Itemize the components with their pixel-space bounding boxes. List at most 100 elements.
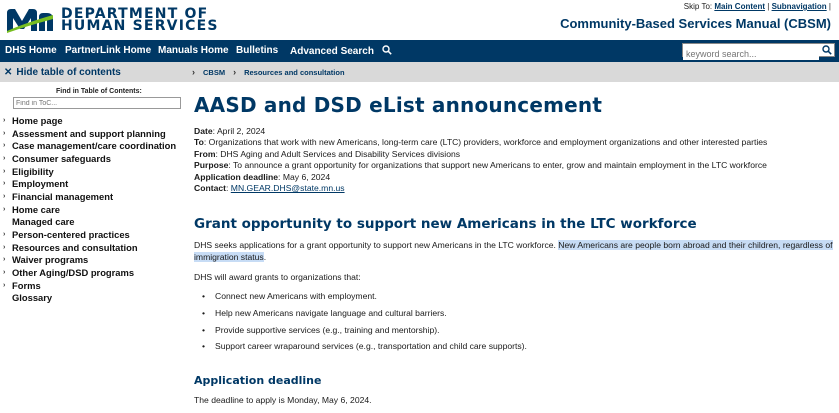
toc-item-label: Forms [12,279,41,291]
toc-item-resources[interactable]: › Resources and consultation [3,241,176,254]
page-title: AASD and DSD eList announcement [194,93,603,117]
meta-purpose: Purpose: To announce a grant opportunity… [194,160,767,171]
intro-paragraph: DHS seeks applications for a grant oppor… [194,240,834,264]
meta-from: From: DHS Aging and Adult Services and D… [194,149,767,160]
caret-right-icon: › [3,129,6,137]
skip-main-content-link[interactable]: Main Content [714,2,765,11]
site-header: DEPARTMENT OF HUMAN SERVICES Skip To: Ma… [0,0,839,40]
nav-partnerlink-home[interactable]: PartnerLink Home [65,45,151,56]
meta-date-value: : April 2, 2024 [212,126,266,136]
toc-item-label: Home care [12,203,60,215]
site-title[interactable]: Community-Based Services Manual (CBSM) [560,16,831,31]
meta-purpose-label: Purpose [194,160,229,171]
toc-item-assessment[interactable]: › Assessment and support planning [3,127,176,140]
toc-item-label: Person-centered practices [12,229,130,241]
toc-sidebar: Find in Table of Contents: › Home page › A… [0,82,186,413]
section-heading: Grant opportunity to support new America… [194,216,697,232]
meta-contact: Contact: MN.GEAR.DHS@state.mn.us [194,183,767,194]
search-icon [382,45,392,55]
meta-date: Date: April 2, 2024 [194,126,767,137]
toc-item-employment[interactable]: › Employment [3,177,176,190]
nav-bulletins[interactable]: Bulletins [236,45,278,56]
toc-item-label: Home page [12,114,63,126]
keyword-search-input[interactable] [683,48,819,60]
toc-item-label: Employment [12,178,69,190]
toc-item-consumer-safeguards[interactable]: › Consumer safeguards [3,152,176,165]
toc-list: › Home page › Assessment and support plann… [3,114,176,304]
deadline-text: The deadline to apply is Monday, May 6, … [194,395,372,405]
toc-item-home-care[interactable]: › Home care [3,203,176,216]
toc-item-financial-management[interactable]: › Financial management [3,190,176,203]
skip-subnavigation-link[interactable]: Subnavigation [772,2,827,11]
meta-from-label: From [194,148,216,159]
announcement-meta: Date: April 2, 2024 To: Organizations th… [194,126,767,194]
meta-deadline-label: Application deadline [194,171,279,182]
logo-line-2: HUMAN SERVICES [61,18,219,34]
breadcrumb: › CBSM › Resources and consultation [192,67,345,77]
breadcrumb-cbsm[interactable]: CBSM [203,68,225,77]
toc-item-waiver-programs[interactable]: › Waiver programs [3,254,176,267]
toc-item-label: Resources and consultation [12,241,138,253]
nav-manuals-home[interactable]: Manuals Home [158,45,229,56]
grant-criteria-list: Connect new Americans with employment. H… [202,291,527,358]
toc-item-label: Managed care [12,216,75,228]
contact-email-link[interactable]: MN.GEAR.DHS@state.mn.us [231,183,345,193]
list-item: Help new Americans navigate language and… [202,308,527,325]
nav-advanced-search[interactable]: Advanced Search [290,45,392,57]
caret-right-icon: › [3,281,6,289]
dhs-logo[interactable]: DEPARTMENT OF HUMAN SERVICES [5,7,219,33]
caret-right-icon: › [3,231,6,239]
meta-deadline-value: : May 6, 2024 [278,171,331,182]
toc-item-label: Waiver programs [12,254,89,266]
nav-dhs-home[interactable]: DHS Home [5,45,57,56]
sub-bar: ✕ Hide table of contents › CBSM › Resourc… [0,62,839,82]
skip-label: Skip To: [683,2,713,11]
intro-end: . [263,251,267,262]
toc-item-eligibility[interactable]: › Eligibility [3,165,176,178]
main-nav: DHS Home PartnerLink Home Manuals Home B… [0,40,839,62]
caret-right-icon: › [3,243,6,251]
meta-date-label: Date [194,126,213,136]
chevron-right-icon: › [233,67,237,77]
meta-contact-sep: : [226,183,229,194]
toc-item-label: Glossary [12,292,53,304]
keyword-search [682,43,835,60]
list-item: Connect new Americans with employment. [202,291,527,308]
meta-to-label: To [194,137,204,148]
toc-item-managed-care[interactable]: Managed care [3,216,176,229]
intro-text: DHS seeks applications for a grant oppor… [194,240,559,250]
meta-from-value: : DHS Aging and Adult Services and Disab… [215,148,461,159]
caret-right-icon: › [3,205,6,213]
meta-contact-label: Contact [194,183,226,194]
hide-toc-label: Hide table of contents [16,67,121,78]
toc-item-label: Case management/care coordination [12,140,177,152]
list-item: Provide supportive services (e.g., train… [202,325,527,342]
mn-logo-mark [7,9,53,33]
toc-item-other-programs[interactable]: › Other Aging/DSD programs [3,266,176,279]
skip-separator: | [767,2,770,11]
toc-item-person-centered[interactable]: › Person-centered practices [3,228,176,241]
find-in-toc-input[interactable] [13,97,181,109]
toc-item-label: Eligibility [12,165,54,177]
toc-item-label: Consumer safeguards [12,152,111,164]
caret-right-icon: › [3,192,6,200]
grants-intro: DHS will award grants to organizations t… [194,272,361,282]
skip-links: Skip To: Main Content | Subnavigation | [684,2,831,11]
toc-item-label: Other Aging/DSD programs [12,267,135,279]
logo-wordmark: DEPARTMENT OF HUMAN SERVICES [61,7,219,34]
toc-item-forms[interactable]: › Forms [3,279,176,292]
close-icon: ✕ [4,67,13,78]
toc-item-home-page[interactable]: › Home page [3,114,176,127]
meta-purpose-value: : To announce a grant opportunity for or… [228,160,767,171]
toc-item-glossary[interactable]: Glossary [3,292,176,305]
search-icon[interactable] [822,45,832,55]
caret-right-icon: › [3,180,6,188]
chevron-right-icon: › [192,67,195,77]
meta-to: To: Organizations that work with new Ame… [194,137,767,148]
caret-right-icon: › [3,116,6,124]
toc-item-case-management[interactable]: › Case management/care coordination [3,139,176,152]
hide-toc-button[interactable]: ✕ Hide table of contents [4,67,121,78]
meta-deadline: Application deadline: May 6, 2024 [194,172,767,183]
caret-right-icon: › [3,167,6,175]
breadcrumb-resources[interactable]: Resources and consultation [244,68,344,77]
